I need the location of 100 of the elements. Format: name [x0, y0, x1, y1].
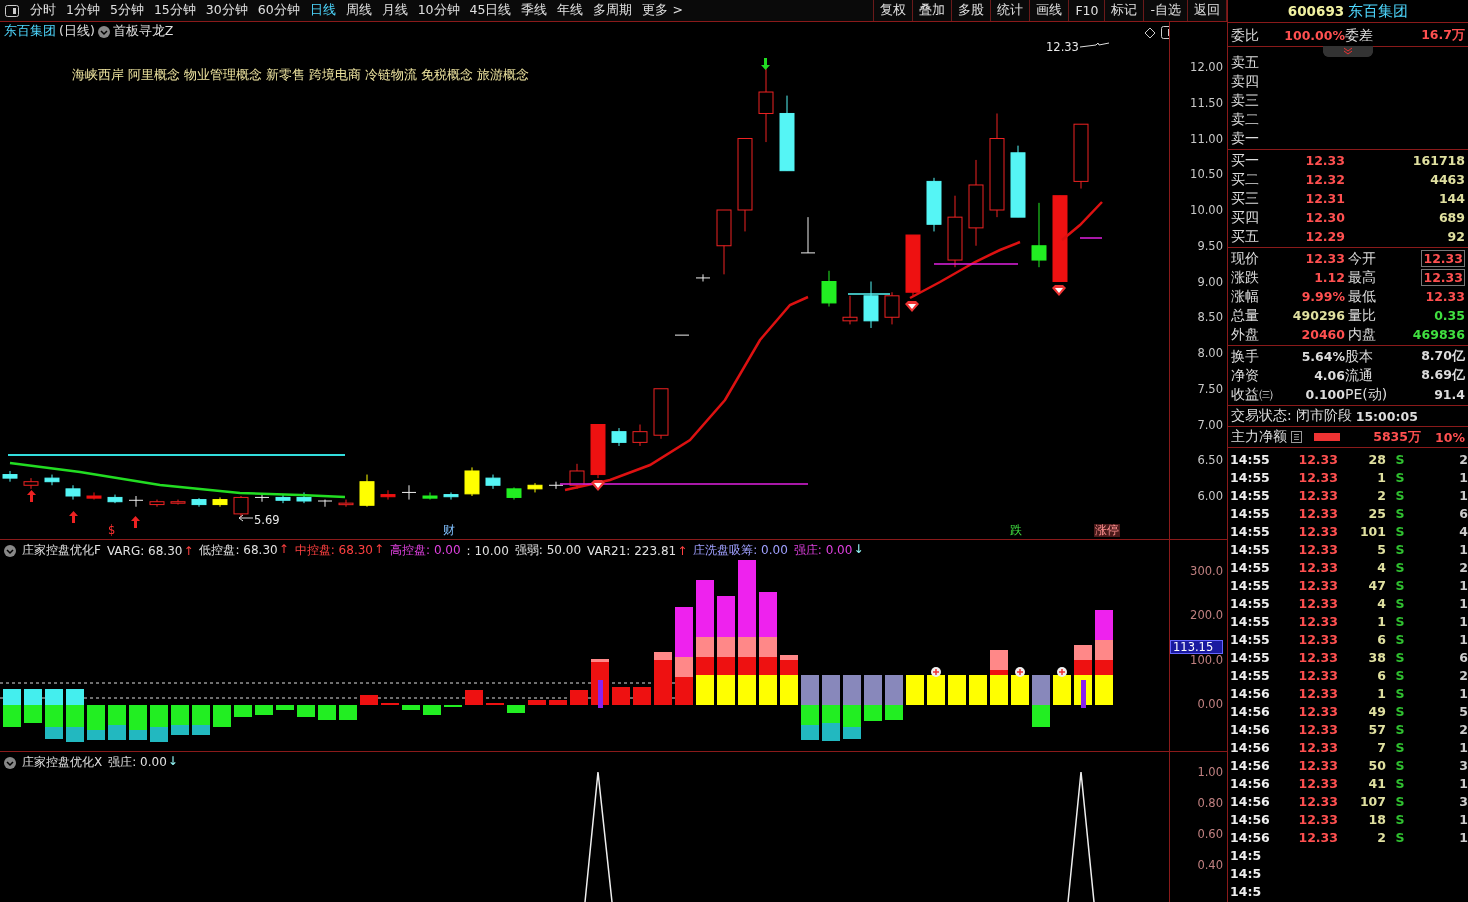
period-tab[interactable]: 45日线 — [464, 2, 517, 19]
field-value: 12.33 — [1421, 269, 1465, 286]
period-tab[interactable]: 周线 — [340, 2, 377, 19]
axis-label: 0.60 — [1197, 828, 1223, 840]
histogram-bar — [465, 690, 483, 705]
candlestick — [611, 427, 627, 447]
diamond-icon[interactable] — [1144, 27, 1156, 39]
bid-label: 买一 — [1231, 151, 1260, 170]
trade-count: 1 — [1458, 811, 1468, 827]
trade-count: 6 — [1458, 649, 1468, 665]
trade-side: S — [1394, 487, 1406, 503]
field-label: 最高 — [1347, 268, 1377, 287]
period-tab[interactable]: 10分钟 — [412, 2, 465, 19]
axis-label: 6.00 — [1197, 490, 1223, 502]
toolbar-button[interactable]: 返回 — [1187, 0, 1227, 21]
toolbar-button[interactable]: F10 — [1068, 0, 1105, 21]
list-icon[interactable] — [1291, 431, 1302, 443]
field-value: 8.70亿 — [1420, 348, 1465, 365]
histogram-bar — [3, 689, 21, 727]
histogram-bar — [150, 705, 168, 742]
candlestick — [107, 494, 123, 504]
field-label: 总量 — [1231, 306, 1260, 325]
period-tab[interactable]: 5分钟 — [104, 2, 149, 19]
period-tab[interactable]: 15分钟 — [148, 2, 201, 19]
trade-side: S — [1394, 649, 1406, 665]
period-tab[interactable]: 多周期 — [588, 2, 638, 19]
trade-count: 3 — [1458, 793, 1468, 809]
trade-price: 12.33 — [1297, 793, 1338, 809]
candlestick — [23, 477, 39, 490]
trade-time: 14:55 — [1230, 631, 1271, 647]
toolbar-button[interactable]: 画线 — [1029, 0, 1069, 21]
trade-time: 14:5 — [1230, 847, 1263, 863]
trade-price: 12.33 — [1297, 739, 1338, 755]
trade-count: 2 — [1458, 721, 1468, 737]
histogram-bar — [927, 675, 945, 705]
candlestick — [695, 273, 711, 282]
toolbar-button[interactable]: 复权 — [873, 0, 913, 21]
trade-count: 5 — [1458, 703, 1468, 719]
dropdown-icon[interactable] — [97, 25, 110, 38]
period-tab[interactable]: 月线 — [376, 2, 413, 19]
indicator-value: 低控盘: 68.30 — [199, 542, 278, 559]
field-label: 最低 — [1347, 287, 1377, 306]
plus-marker-icon — [931, 667, 941, 677]
period-tab[interactable]: 30分钟 — [200, 2, 253, 19]
period-tab[interactable]: 分时 — [25, 2, 61, 19]
histogram-bar — [885, 675, 903, 720]
field-label: 主力净额 — [1231, 428, 1287, 446]
period-tab[interactable]: 60分钟 — [252, 2, 305, 19]
signal-marker: 涨停 — [1094, 524, 1120, 537]
field-value: 12.33 — [1421, 250, 1465, 267]
toolbar-button[interactable]: 多股 — [951, 0, 991, 21]
dropdown-icon[interactable] — [4, 544, 16, 557]
period-tab[interactable]: 季线 — [516, 2, 553, 19]
trade-time: 14:56 — [1230, 775, 1271, 791]
candlestick — [380, 489, 396, 501]
trade-price: 12.33 — [1297, 595, 1338, 611]
toolbar-button[interactable]: -自选 — [1143, 0, 1187, 21]
trade-price: 12.33 — [1297, 667, 1338, 683]
field-label: PE(动) — [1345, 385, 1389, 404]
diamond-marker-icon — [1052, 285, 1066, 296]
period-tab[interactable]: 1分钟 — [61, 2, 105, 19]
histogram-bar — [570, 690, 588, 705]
trade-count: 1 — [1458, 469, 1468, 485]
axis-label: 8.50 — [1197, 311, 1223, 324]
trade-volume: 1 — [1376, 613, 1386, 629]
histogram-bar — [423, 705, 441, 715]
trade-volume: 57 — [1367, 721, 1386, 737]
trade-time: 14:55 — [1230, 667, 1271, 683]
histogram-bar — [318, 705, 336, 720]
toolbar-button[interactable]: 标记 — [1104, 0, 1144, 21]
level-line — [1079, 237, 1103, 239]
dropdown-icon[interactable] — [4, 756, 16, 769]
bid-price: 12.29 — [1304, 229, 1345, 244]
toolbar-button[interactable]: 叠加 — [912, 0, 952, 21]
toolbar-button[interactable]: 统计 — [990, 0, 1030, 21]
up-arrow-icon — [27, 490, 36, 502]
candlestick — [65, 484, 81, 501]
trade-side: S — [1394, 793, 1406, 809]
histogram-bar — [297, 705, 315, 717]
trade-time: 14:5 — [1230, 883, 1263, 899]
period-tab[interactable]: 更多 > — [637, 2, 688, 19]
trade-time: 14:56 — [1230, 721, 1271, 737]
collapse-tab-icon[interactable] — [1323, 46, 1373, 57]
bid-label: 买三 — [1231, 189, 1260, 208]
trade-volume: 25 — [1367, 505, 1386, 521]
field-value: 20460 — [1300, 327, 1345, 342]
period-tab[interactable]: 日线 — [304, 2, 341, 19]
panel-toggle-icon[interactable] — [5, 4, 19, 17]
field-value: 9.99% — [1300, 289, 1345, 304]
indicator-value: 强庄: 0.00 — [793, 542, 853, 559]
trade-volume: 107 — [1358, 793, 1386, 809]
trade-time: 14:55 — [1230, 505, 1271, 521]
formula-name[interactable]: 首板寻龙Z — [112, 23, 174, 40]
field-value: 12.33 — [1304, 251, 1345, 266]
field-value: 8.69亿 — [1420, 367, 1465, 384]
indicator-value: 高控盘: 0.00 — [390, 542, 461, 559]
trade-volume: 2 — [1376, 829, 1386, 845]
field-value: 16.7万 — [1420, 27, 1465, 44]
trade-time: 14:56 — [1230, 757, 1271, 773]
period-tab[interactable]: 年线 — [552, 2, 589, 19]
